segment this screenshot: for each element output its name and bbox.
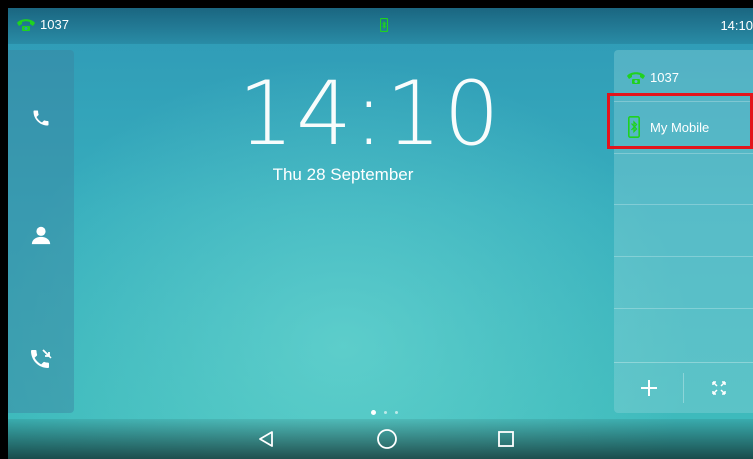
- clock-time: 14:10: [238, 62, 502, 165]
- left-dock: [8, 50, 74, 413]
- status-account-number: 1037: [40, 17, 69, 32]
- call-history-button[interactable]: [8, 335, 74, 385]
- page-dot: [371, 410, 376, 415]
- status-bar: 1037 14:10: [8, 8, 753, 44]
- mobile-bluetooth-icon: [379, 17, 389, 33]
- recent-square-icon: [498, 431, 514, 447]
- expand-button[interactable]: [684, 363, 753, 413]
- panel-empty-row[interactable]: [614, 153, 753, 205]
- contacts-icon: [31, 226, 51, 245]
- panel-account-label: 1037: [650, 70, 679, 85]
- directory-button[interactable]: [8, 210, 74, 260]
- status-time: 14:10: [720, 18, 753, 33]
- status-account[interactable]: 1037: [16, 17, 69, 32]
- page-dot: [384, 411, 387, 414]
- dialer-button[interactable]: [8, 93, 74, 143]
- recent-apps-button[interactable]: [491, 427, 521, 451]
- back-button[interactable]: [251, 427, 281, 451]
- phone-screen: 1037 14:10 14:10 Thu 28 September 1037 M…: [8, 8, 753, 459]
- telephone-icon: [627, 71, 645, 84]
- status-mobile-indicator: [379, 17, 389, 35]
- page-indicator: [371, 410, 398, 415]
- panel-empty-row[interactable]: [614, 309, 753, 360]
- page-dot: [395, 411, 398, 414]
- call-history-icon: [31, 349, 52, 368]
- home-button[interactable]: [372, 427, 402, 451]
- navigation-bar: [8, 419, 753, 459]
- panel-empty-row[interactable]: [614, 205, 753, 257]
- telephone-icon: [17, 18, 35, 31]
- clock-date: Thu 28 September: [272, 165, 414, 184]
- back-triangle-icon: [259, 431, 273, 447]
- panel-footer: [614, 362, 753, 413]
- phone-icon: [33, 110, 49, 126]
- home-circle-icon: [377, 429, 397, 449]
- highlight-annotation: [607, 93, 753, 149]
- plus-icon: [640, 380, 657, 396]
- panel-empty-row[interactable]: [614, 257, 753, 309]
- add-button[interactable]: [614, 363, 683, 413]
- expand-icon: [711, 381, 726, 395]
